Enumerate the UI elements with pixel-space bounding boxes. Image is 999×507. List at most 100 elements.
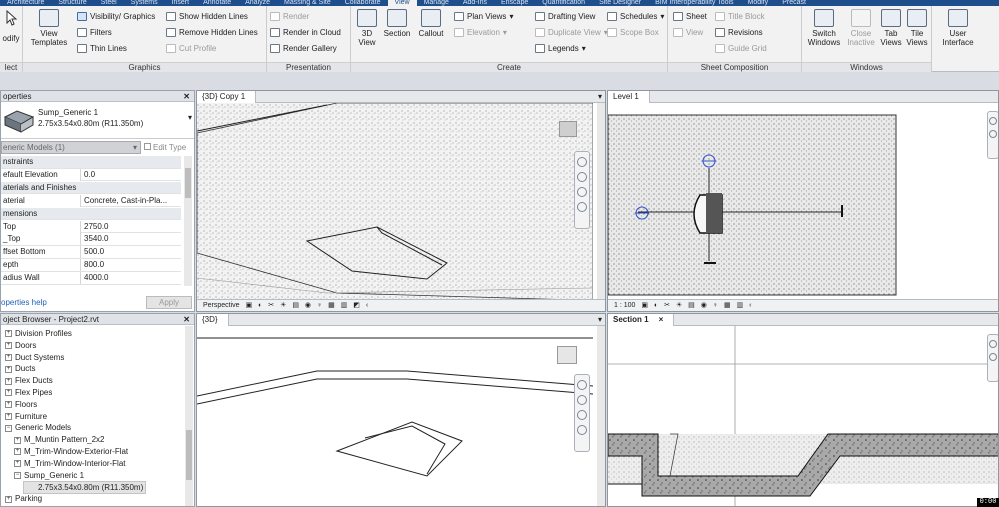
view-controls-icons[interactable]: ▣ ◐ ✂ ☀ ▤ ◉ ♀ ▦ ▥ ◩ ‹ [246,302,371,309]
view-scale-label[interactable]: Perspective [203,302,240,309]
browser-item[interactable]: − Sump_Generic 1 [14,470,84,481]
expand-icon[interactable]: + [5,353,12,361]
browser-item[interactable]: + M_Trim-Window-Exterior-Flat [14,446,128,457]
property-value[interactable]: 3540.0 [82,233,174,245]
property-value[interactable]: 2750.0 [82,221,174,233]
view-tab[interactable]: Level 1 [608,91,650,103]
visibility-graphics-button[interactable]: Visibility/ Graphics [77,12,155,21]
type-selector[interactable]: Sump_Generic 1 2.75x3.54x0.80m (R11.350m… [1,103,194,139]
navigation-bar[interactable] [987,334,998,382]
properties-help-link[interactable]: operties help [1,298,47,307]
pan-icon[interactable] [577,410,587,420]
property-category[interactable]: nstraints [1,156,181,169]
category-dropdown[interactable]: eneric Models (1) ▾ [1,141,141,154]
property-value[interactable]: 800.0 [82,259,174,271]
browser-item[interactable]: + Flex Ducts [5,375,53,386]
scroll-thumb[interactable] [185,168,191,198]
browser-item[interactable]: + Doors [5,340,36,351]
view-button[interactable]: View [673,28,703,37]
schedules-button[interactable]: Schedules ▾ [607,12,664,21]
browser-item[interactable]: + Floors [5,399,37,410]
browser-item[interactable]: + Furniture [5,411,47,422]
view-level-1[interactable]: Level 1 1 : 100 ▣ ◐ ✂ ☀ ▤ ◉ ♀ ▦ ▥ ‹ [607,90,999,312]
pan-icon[interactable] [577,187,587,197]
view-3d[interactable]: {3D} ▾ [196,313,606,507]
browser-item[interactable]: + Ducts [5,363,35,374]
orbit-icon[interactable] [577,425,587,435]
plan-views-button[interactable]: Plan Views ▾ [454,12,513,21]
property-row[interactable]: epth 800.0 [1,259,181,272]
expand-icon[interactable]: + [5,495,12,503]
duplicate-view-button[interactable]: Duplicate View ▾ [535,28,608,37]
view-scrollbar[interactable] [597,103,605,300]
view-section-1[interactable]: Section 1 × [607,313,999,507]
remove-hidden-lines-button[interactable]: Remove Hidden Lines [166,28,258,37]
expand-icon[interactable]: + [5,389,12,397]
zoom-icon[interactable] [577,395,587,405]
expand-icon[interactable]: + [14,448,21,456]
edit-type-button[interactable]: Edit Type [144,141,194,154]
property-value[interactable]: 0.0 [82,169,174,181]
browser-item[interactable]: − Generic Models [5,422,71,433]
view-tab[interactable]: {3D} Copy 1 [197,91,257,103]
steering-wheel-icon[interactable] [989,340,997,348]
view-tab[interactable]: {3D} [197,314,229,326]
browser-item[interactable]: + M_Trim-Window-Interior-Flat [14,458,126,469]
expand-icon[interactable]: + [14,436,21,444]
browser-item[interactable]: + Duct Systems [5,352,64,363]
chevron-down-icon[interactable]: ▾ [598,91,602,103]
cut-profile-button[interactable]: Cut Profile [166,44,216,53]
expand-icon[interactable]: + [5,412,12,420]
property-row[interactable]: efault Elevation 0.0 [1,168,181,182]
property-category[interactable]: mensions [1,207,181,221]
tab-views-button[interactable]: Tab Views [878,9,904,47]
property-row[interactable]: ffset Bottom 500.0 [1,246,181,259]
collapse-icon[interactable]: − [14,471,21,479]
close-tab-icon[interactable]: × [659,315,664,324]
thin-lines-button[interactable]: Thin Lines [77,44,127,53]
browser-item[interactable]: + Parking [5,493,42,504]
view-controls-icons[interactable]: ▣ ◐ ✂ ☀ ▤ ◉ ♀ ▦ ▥ ‹ [641,302,753,309]
view-scale-label[interactable]: 1 : 100 [614,302,635,309]
view-scrollbar[interactable] [597,326,605,506]
expand-icon[interactable]: + [14,460,21,468]
properties-scrollbar[interactable] [184,156,192,286]
navigation-bar[interactable] [987,111,998,159]
callout-button[interactable]: Callout [414,9,448,38]
zoom-icon[interactable] [989,353,997,361]
close-inactive-button[interactable]: Close Inactive [844,9,878,47]
property-value[interactable]: 4000.0 [82,272,174,284]
apply-button[interactable]: Apply [146,296,192,309]
tile-views-button[interactable]: Tile Views [904,9,930,47]
expand-icon[interactable]: + [5,342,12,350]
filters-button[interactable]: Filters [77,28,112,37]
zoom-icon[interactable] [577,172,587,182]
expand-icon[interactable]: + [5,365,12,373]
section-button[interactable]: Section [382,9,412,38]
scope-box-button[interactable]: Scope Box [607,28,659,37]
expand-icon[interactable]: + [5,330,12,338]
render-gallery-button[interactable]: Render Gallery [270,44,337,53]
steering-wheel-icon[interactable] [577,380,587,390]
property-value[interactable]: 500.0 [82,246,174,258]
collapse-icon[interactable]: − [5,424,12,432]
show-hidden-lines-button[interactable]: Show Hidden Lines [166,12,248,21]
user-interface-button[interactable]: User Interface [938,9,978,47]
steering-wheel-icon[interactable] [577,157,587,167]
title-block-button[interactable]: Title Block [715,12,765,21]
guide-grid-button[interactable]: Guide Grid [715,44,767,53]
property-row[interactable]: Top 2750.0 [1,220,181,234]
zoom-icon[interactable] [989,130,997,138]
navigation-bar[interactable] [574,151,590,229]
revisions-button[interactable]: Revisions [715,28,763,37]
scroll-thumb[interactable] [186,430,192,480]
viewcube-icon[interactable] [559,121,577,137]
property-row[interactable]: adius Wall 4000.0 [1,272,181,285]
close-icon[interactable]: ✕ [183,91,190,102]
sheet-button[interactable]: Sheet [673,12,707,21]
browser-scrollbar[interactable] [185,326,193,506]
view-3d-copy-1[interactable]: {3D} Copy 1 ▾ Perspective ▣ ◐ ✂ ☀ ▤ ◉ ♀ ▦… [196,90,606,312]
steering-wheel-icon[interactable] [989,117,997,125]
browser-item[interactable]: + Flex Pipes [5,387,52,398]
navigation-bar[interactable] [574,374,590,452]
